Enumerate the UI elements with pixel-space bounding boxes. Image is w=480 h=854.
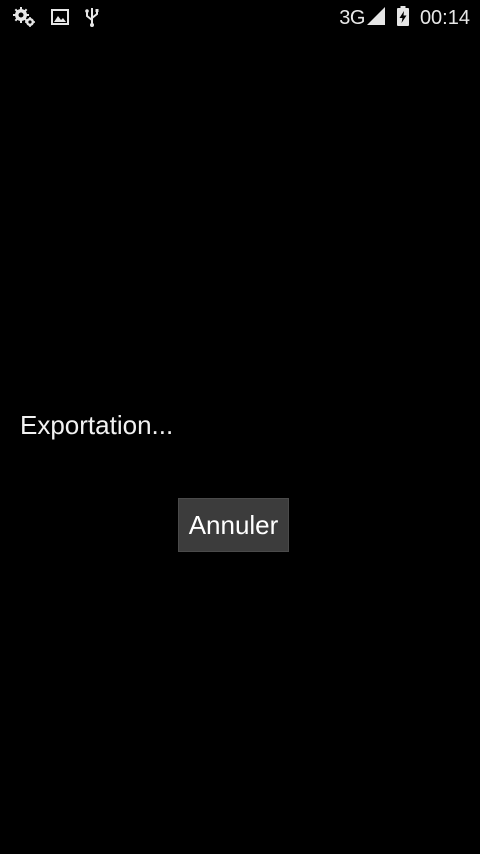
network-type-label: 3G [339,6,365,29]
battery-charging-icon [396,5,410,32]
image-icon [50,6,70,28]
usb-icon [84,6,100,28]
clock-time: 00:14 [419,6,470,29]
settings-gear-icon [12,6,36,28]
signal-strength-icon [366,6,386,31]
status-bar: 3G 00:14 [0,0,480,36]
notification-icons [12,6,114,28]
progress-message: Exportation... [20,410,174,440]
system-status: 3G 00:14 [339,5,470,31]
cancel-button[interactable]: Annuler [178,498,289,552]
